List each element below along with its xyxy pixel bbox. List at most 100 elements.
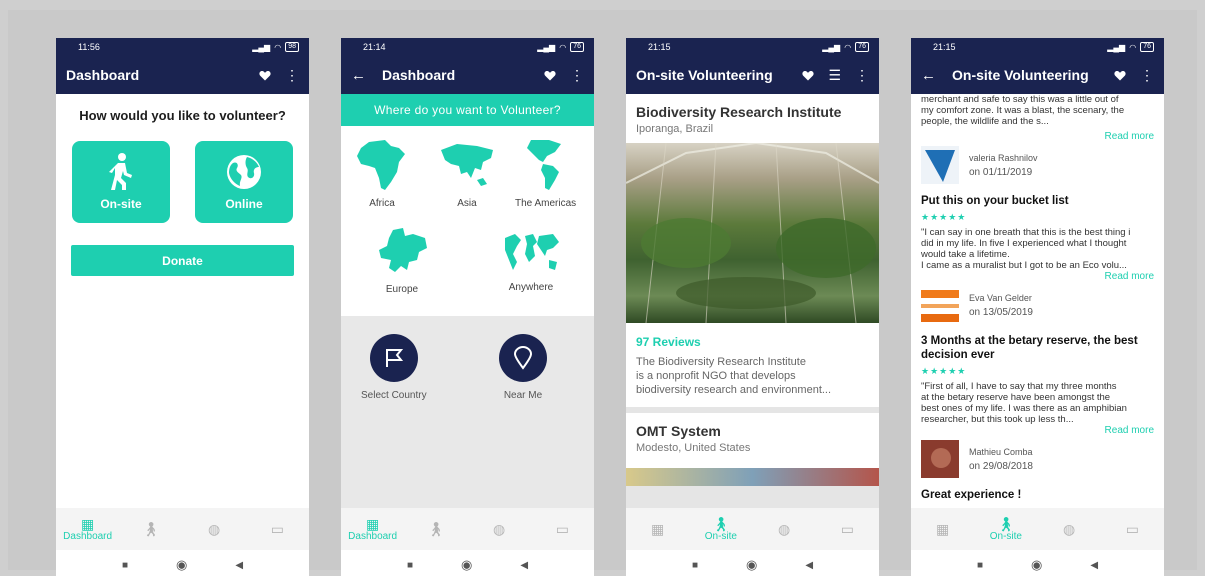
nav-messages[interactable]: ▭ (531, 508, 594, 550)
nav-onsite[interactable]: 🚶︎ (404, 508, 467, 550)
back-icon[interactable]: ◀ (235, 560, 243, 571)
message-icon: ▭ (840, 521, 854, 537)
reviewer-name: Eva Van Gelder (969, 292, 1032, 303)
app-bar: Dashboard ⋮ (56, 56, 309, 94)
select-country-button[interactable]: Select Country (361, 334, 427, 401)
more-menu-icon[interactable]: ⋮ (570, 67, 584, 84)
nav-messages[interactable]: ▭ (1101, 508, 1164, 550)
recents-icon[interactable]: ■ (977, 560, 983, 571)
star-rating: ★★★★★ (921, 212, 967, 222)
region-africa[interactable]: Africa (355, 138, 409, 209)
stage: 11:56 ▂▄▆ ◠ 98 Dashboard ⋮ How would you l… (8, 10, 1197, 576)
location-pin-icon (499, 334, 547, 382)
avatar (921, 286, 959, 324)
donate-button[interactable]: Donate (71, 245, 294, 276)
star-rating: ★★★★★ (921, 366, 967, 376)
bottom-nav: ▦ Dashboard 🚶︎ ◍ ▭ (56, 508, 309, 550)
walking-person-icon (109, 153, 132, 190)
nav-online[interactable]: ◍ (753, 508, 816, 550)
globe-nav-icon: ◍ (493, 521, 506, 537)
favorites-heart-icon[interactable] (259, 70, 271, 81)
read-more-link[interactable]: Read more (921, 131, 1154, 142)
reviewer-info: Mathieu Comba on 29/08/2018 (921, 440, 1154, 478)
back-icon[interactable]: ◀ (805, 560, 813, 571)
back-arrow-icon[interactable]: ← (351, 67, 366, 84)
more-menu-icon[interactable]: ⋮ (285, 67, 299, 84)
globe-icon (227, 155, 261, 189)
review-title-line: 3 Months at the betary reserve, the best (921, 335, 1138, 347)
home-icon[interactable]: ◉ (461, 557, 472, 573)
read-more-link[interactable]: Read more (921, 425, 1154, 436)
project-card[interactable]: Biodiversity Research Institute Iporanga… (626, 94, 879, 407)
review-line: people, the wildlife and the s... (921, 116, 1049, 127)
status-bar: 11:56 ▂▄▆ ◠ 98 (56, 38, 309, 56)
online-tile-button[interactable]: Online (195, 141, 293, 223)
project-description: The Biodiversity Research Institute is a… (626, 355, 879, 407)
nav-online[interactable]: ◍ (1038, 508, 1101, 550)
project-list: Biodiversity Research Institute Iporanga… (626, 94, 879, 530)
review-text: merchant and safe to say this was a litt… (921, 94, 1154, 127)
wifi-icon: ◠ (274, 42, 282, 52)
regions-grid: Africa Asia The Americas Europe Anywhere (341, 126, 594, 316)
app-bar: ← On-site Volunteering ⋮ (911, 56, 1164, 94)
review-text: "First of all, I have to say that my thr… (921, 381, 1154, 425)
phone-reviews: 21:15 ▂▄▆ ◠ 76 ← On-site Volunteering ⋮ me… (911, 38, 1164, 576)
nav-dashboard[interactable]: ▦ (626, 508, 689, 550)
nav-onsite[interactable]: 🚶︎ (119, 508, 182, 550)
signal-icon: ▂▄▆ (537, 42, 556, 52)
nav-dashboard[interactable]: ▦ Dashboard (341, 508, 404, 550)
home-icon[interactable]: ◉ (1031, 557, 1042, 573)
region-anywhere[interactable]: Anywhere (501, 230, 561, 293)
status-time: 11:56 (78, 42, 100, 52)
dashboard-icon: ▦ (651, 521, 665, 537)
more-menu-icon[interactable]: ⋮ (855, 67, 869, 84)
region-americas[interactable]: The Americas (515, 138, 576, 209)
back-icon[interactable]: ◀ (1090, 560, 1098, 571)
review-line: "First of all, I have to say that my thr… (921, 381, 1117, 392)
nav-onsite-label: On-site (989, 530, 1022, 542)
europe-map-icon (379, 228, 427, 272)
review-date: on 29/08/2018 (969, 460, 1033, 472)
back-icon[interactable]: ◀ (520, 560, 528, 571)
nav-online[interactable]: ◍ (183, 508, 246, 550)
reviewer-info: valeria Rashnilov on 01/11/2019 (921, 146, 1154, 184)
nav-online[interactable]: ◍ (468, 508, 531, 550)
favorites-heart-icon[interactable] (1114, 70, 1126, 81)
status-icons: ▂▄▆ ◠ 76 (1107, 42, 1154, 52)
globe-nav-icon: ◍ (208, 521, 221, 537)
battery-icon: 98 (285, 42, 299, 52)
message-icon: ▭ (1125, 521, 1139, 537)
nav-onsite[interactable]: 🚶︎ On-site (689, 508, 752, 550)
bottom-nav: ▦ Dashboard 🚶︎ ◍ ▭ (341, 508, 594, 550)
favorites-heart-icon[interactable] (802, 70, 815, 81)
home-icon[interactable]: ◉ (176, 557, 187, 573)
favorites-heart-icon[interactable] (544, 70, 556, 81)
select-country-label: Select Country (361, 390, 427, 401)
recents-icon[interactable]: ■ (407, 560, 413, 571)
near-me-button[interactable]: Near Me (499, 334, 547, 401)
review-count[interactable]: 97 Reviews (626, 323, 879, 355)
nav-dashboard[interactable]: ▦ (911, 508, 974, 550)
bottom-nav: ▦ 🚶︎ On-site ◍ ▭ (911, 508, 1164, 550)
volunteer-question: How would you like to volunteer? (79, 108, 286, 123)
back-arrow-icon[interactable]: ← (921, 67, 936, 84)
more-menu-icon[interactable]: ⋮ (1140, 67, 1154, 84)
recents-icon[interactable]: ■ (122, 560, 128, 571)
onsite-tile-button[interactable]: On-site (72, 141, 170, 223)
nav-messages[interactable]: ▭ (816, 508, 879, 550)
project-title: OMT System (636, 423, 721, 439)
status-bar: 21:15 ▂▄▆ ◠ 76 (911, 38, 1164, 56)
read-more-link[interactable]: Read more (921, 271, 1154, 282)
project-card[interactable]: OMT System Modesto, United States (626, 413, 879, 486)
filter-icon[interactable]: ☰ (828, 67, 841, 84)
nav-dashboard[interactable]: ▦ Dashboard (56, 508, 119, 550)
description-line: is a nonprofit NGO that develops (636, 370, 796, 382)
home-icon[interactable]: ◉ (746, 557, 757, 573)
nav-onsite[interactable]: 🚶︎ On-site (974, 508, 1037, 550)
asia-label: Asia (457, 198, 477, 209)
nav-messages[interactable]: ▭ (246, 508, 309, 550)
region-europe[interactable]: Europe (373, 226, 431, 295)
globe-nav-icon: ◍ (778, 521, 791, 537)
recents-icon[interactable]: ■ (692, 560, 698, 571)
region-asia[interactable]: Asia (437, 140, 497, 209)
